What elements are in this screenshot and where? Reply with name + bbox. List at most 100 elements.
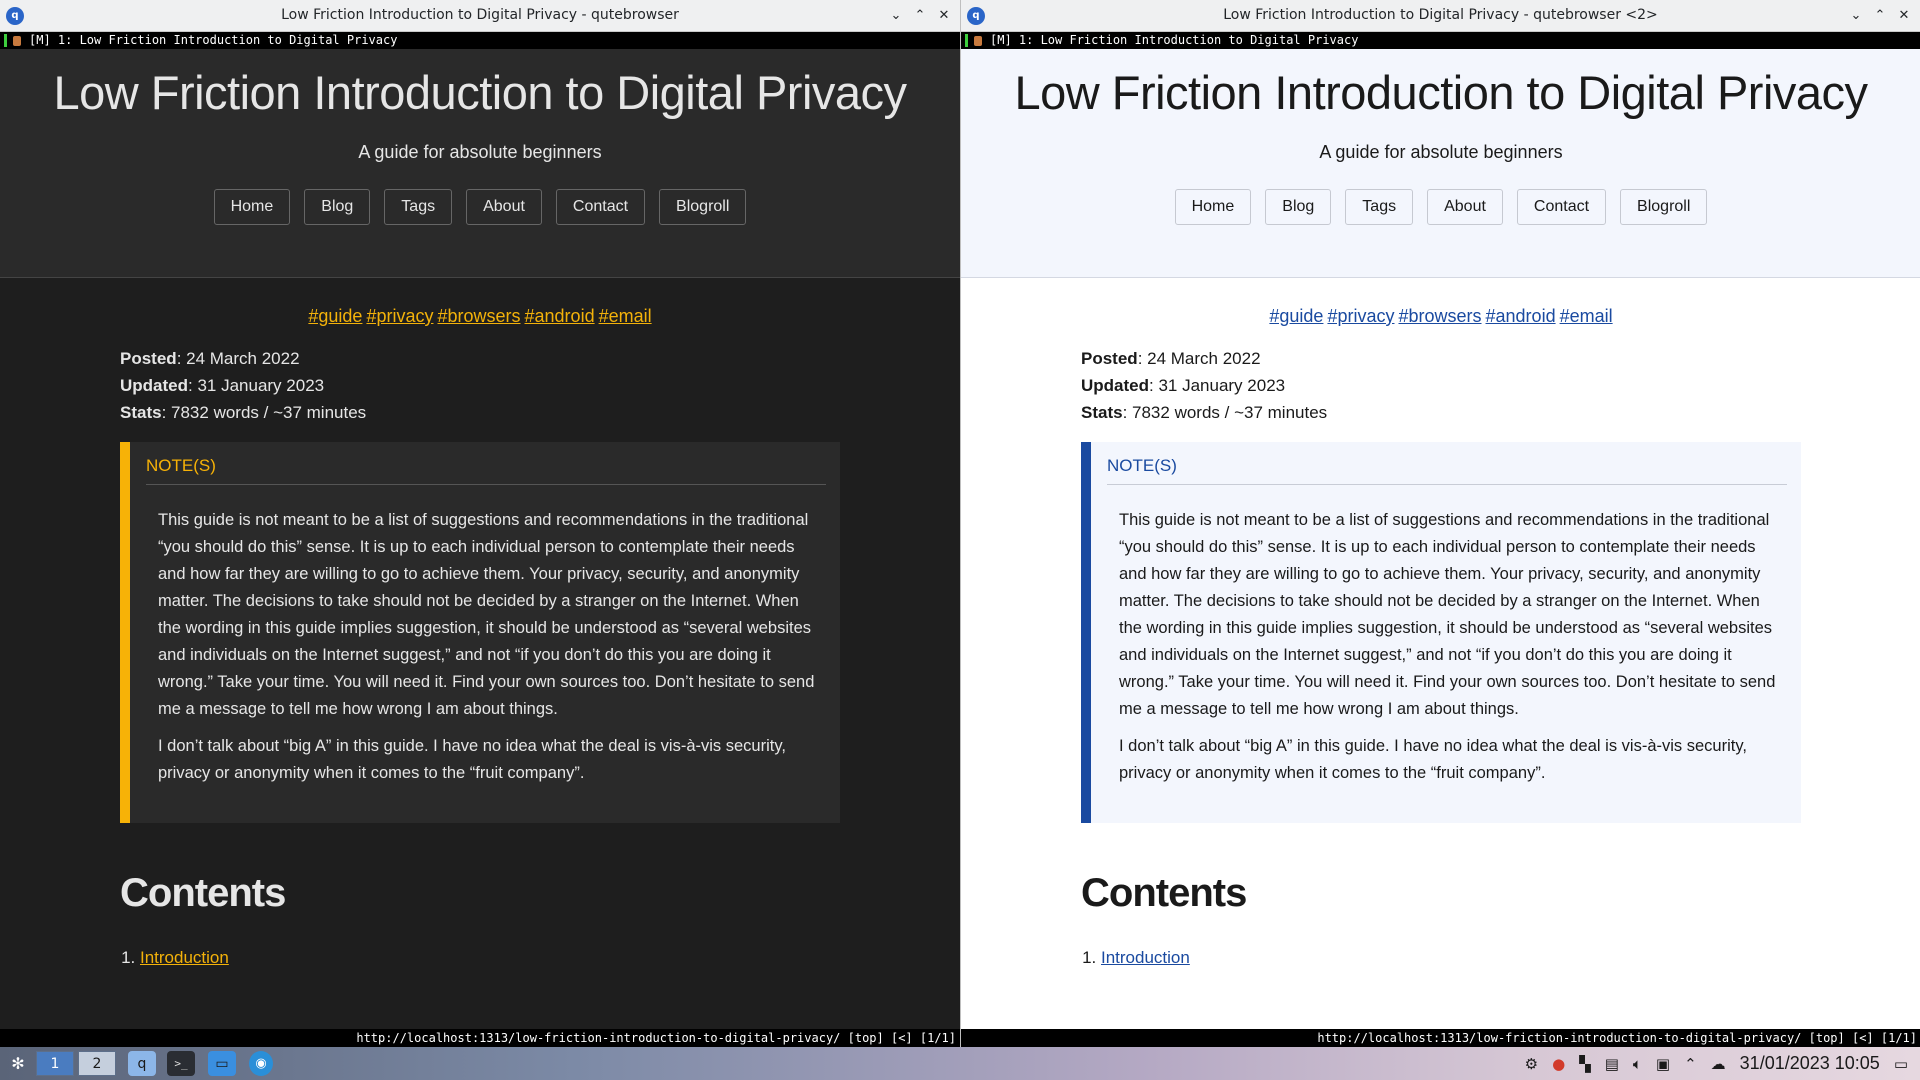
nav-blogroll[interactable]: Blogroll [659, 189, 747, 225]
expand-tray-icon[interactable]: ⌃ [1684, 1055, 1697, 1073]
note-box: NOTE(S) This guide is not meant to be a … [120, 442, 840, 823]
stats-label: Stats [1081, 403, 1123, 422]
site-nav: Home Blog Tags About Contact Blogroll [961, 189, 1920, 225]
site-header: Low Friction Introduction to Digital Pri… [0, 49, 960, 278]
browser-window-light: q Low Friction Introduction to Digital P… [960, 0, 1920, 1047]
web-viewport[interactable]: Low Friction Introduction to Digital Pri… [961, 49, 1920, 1029]
tag-link[interactable]: #email [599, 306, 652, 326]
tab-indicator [4, 34, 7, 47]
post-meta: Posted: 24 March 2022 Updated: 31 Januar… [120, 345, 960, 426]
clock[interactable]: 31/01/2023 10:05 [1740, 1053, 1880, 1074]
nav-about[interactable]: About [1427, 189, 1503, 225]
show-desktop-icon[interactable]: ▭ [1894, 1055, 1908, 1073]
note-paragraph: I don’t talk about “big A” in this guide… [158, 737, 786, 782]
window-titlebar[interactable]: q Low Friction Introduction to Digital P… [0, 0, 960, 32]
tab-bar[interactable]: [M] 1: Low Friction Introduction to Digi… [0, 32, 960, 49]
window-title: Low Friction Introduction to Digital Pri… [1223, 7, 1658, 23]
toc-link-introduction[interactable]: Introduction [1101, 948, 1190, 967]
nav-contact[interactable]: Contact [555, 189, 646, 225]
nav-tags[interactable]: Tags [384, 189, 453, 225]
note-title: NOTE(S) [1107, 456, 1787, 485]
site-subtitle: A guide for absolute beginners [358, 142, 602, 162]
close-icon[interactable]: ✕ [934, 6, 954, 26]
posted-label: Posted [1081, 349, 1138, 368]
system-tray: ⚙ ● ▚ ▤ 🔈︎ ▣ ⌃ ☁ 31/01/2023 10:05 ▭ [1525, 1047, 1920, 1080]
toc-link-introduction[interactable]: Introduction [140, 948, 229, 967]
nav-home[interactable]: Home [1174, 189, 1252, 225]
post-meta: Posted: 24 March 2022 Updated: 31 Januar… [1081, 345, 1920, 426]
tag-link[interactable]: #privacy [366, 306, 433, 326]
terminal-task-icon[interactable]: >_ [167, 1051, 195, 1076]
tag-link[interactable]: #browsers [437, 306, 520, 326]
qutebrowser-task-icon[interactable]: q [128, 1051, 156, 1076]
note-paragraph: I don’t talk about “big A” in this guide… [1119, 737, 1747, 782]
site-subtitle: A guide for absolute beginners [1319, 142, 1563, 162]
site-title[interactable]: Low Friction Introduction to Digital Pri… [0, 65, 960, 120]
status-url: http://localhost:1313/low-friction-intro… [1317, 1031, 1917, 1045]
desktop-1-button[interactable]: 1 [36, 1051, 74, 1076]
nav-about[interactable]: About [466, 189, 542, 225]
desktop-2-button[interactable]: 2 [78, 1051, 116, 1076]
minimize-icon[interactable]: ⌄ [1846, 6, 1866, 26]
site-title[interactable]: Low Friction Introduction to Digital Pri… [961, 65, 1920, 120]
note-box: NOTE(S) This guide is not meant to be a … [1081, 442, 1801, 823]
minimize-icon[interactable]: ⌄ [886, 6, 906, 26]
favicon-icon [974, 35, 982, 46]
nav-blogroll[interactable]: Blogroll [1620, 189, 1708, 225]
stats-value: : 7832 words / ~37 minutes [1122, 403, 1328, 422]
taskbar: ✻ 1 2 q >_ ▭ ◉ ⚙ ● ▚ ▤ 🔈︎ ▣ ⌃ ☁ 31/01/20… [0, 1047, 1920, 1080]
browser-task-icon[interactable]: ◉ [249, 1051, 273, 1076]
posted-value: : 24 March 2022 [1137, 349, 1261, 368]
status-url: http://localhost:1313/low-friction-intro… [356, 1031, 956, 1045]
updates-tray-icon[interactable]: ☁ [1711, 1055, 1726, 1073]
maximize-icon[interactable]: ⌃ [1870, 6, 1890, 26]
table-of-contents: Introduction [1101, 944, 1920, 971]
clipboard-tray-icon[interactable]: ▤ [1605, 1055, 1619, 1073]
stats-value: : 7832 words / ~37 minutes [161, 403, 367, 422]
tag-link[interactable]: #android [525, 306, 595, 326]
tag-list: #guide #privacy #browsers #android #email [961, 306, 1920, 327]
settings-tray-icon[interactable]: ⚙ [1525, 1055, 1538, 1073]
tomato-tray-icon[interactable]: ● [1552, 1055, 1565, 1073]
maximize-icon[interactable]: ⌃ [910, 6, 930, 26]
tag-link[interactable]: #android [1486, 306, 1556, 326]
app-launcher-icon[interactable]: ✻ [6, 1051, 30, 1076]
note-paragraph: This guide is not meant to be a list of … [1119, 511, 1776, 718]
tab-bar[interactable]: [M] 1: Low Friction Introduction to Digi… [961, 32, 1920, 49]
browser-window-dark: q Low Friction Introduction to Digital P… [0, 0, 960, 1047]
tag-link[interactable]: #browsers [1398, 306, 1481, 326]
file-manager-task-icon[interactable]: ▭ [208, 1051, 236, 1076]
updated-value: : 31 January 2023 [188, 376, 325, 395]
site-header: Low Friction Introduction to Digital Pri… [961, 49, 1920, 278]
tab-label[interactable]: [M] 1: Low Friction Introduction to Digi… [29, 33, 397, 47]
status-bar: http://localhost:1313/low-friction-intro… [961, 1029, 1920, 1047]
close-icon[interactable]: ✕ [1894, 6, 1914, 26]
posted-value: : 24 March 2022 [176, 349, 300, 368]
nav-blog[interactable]: Blog [304, 189, 371, 225]
updated-label: Updated [120, 376, 188, 395]
toc-item: Introduction [1101, 944, 1920, 971]
tag-link[interactable]: #email [1560, 306, 1613, 326]
page-body: #guide #privacy #browsers #android #email Po… [961, 278, 1920, 1029]
display-tray-icon[interactable]: ▣ [1656, 1055, 1670, 1073]
favicon-icon [13, 35, 21, 46]
nav-contact[interactable]: Contact [1516, 189, 1607, 225]
network-tray-icon[interactable]: ▚ [1579, 1055, 1591, 1073]
page-body: #guide #privacy #browsers #android #email Po… [0, 278, 960, 1029]
site-nav: Home Blog Tags About Contact Blogroll [0, 189, 960, 225]
tag-link[interactable]: #guide [308, 306, 362, 326]
tab-label[interactable]: [M] 1: Low Friction Introduction to Digi… [990, 33, 1358, 47]
tag-link[interactable]: #guide [1269, 306, 1323, 326]
contents-heading: Contents [1081, 871, 1247, 915]
page-dark: Low Friction Introduction to Digital Pri… [0, 49, 960, 1029]
posted-label: Posted [120, 349, 177, 368]
nav-tags[interactable]: Tags [1345, 189, 1414, 225]
nav-home[interactable]: Home [213, 189, 291, 225]
tag-link[interactable]: #privacy [1327, 306, 1394, 326]
table-of-contents: Introduction [140, 944, 960, 971]
volume-icon[interactable]: 🔈︎ [1633, 1055, 1642, 1073]
web-viewport[interactable]: Low Friction Introduction to Digital Pri… [0, 49, 960, 1029]
window-titlebar[interactable]: q Low Friction Introduction to Digital P… [961, 0, 1920, 32]
nav-blog[interactable]: Blog [1265, 189, 1332, 225]
updated-value: : 31 January 2023 [1149, 376, 1286, 395]
